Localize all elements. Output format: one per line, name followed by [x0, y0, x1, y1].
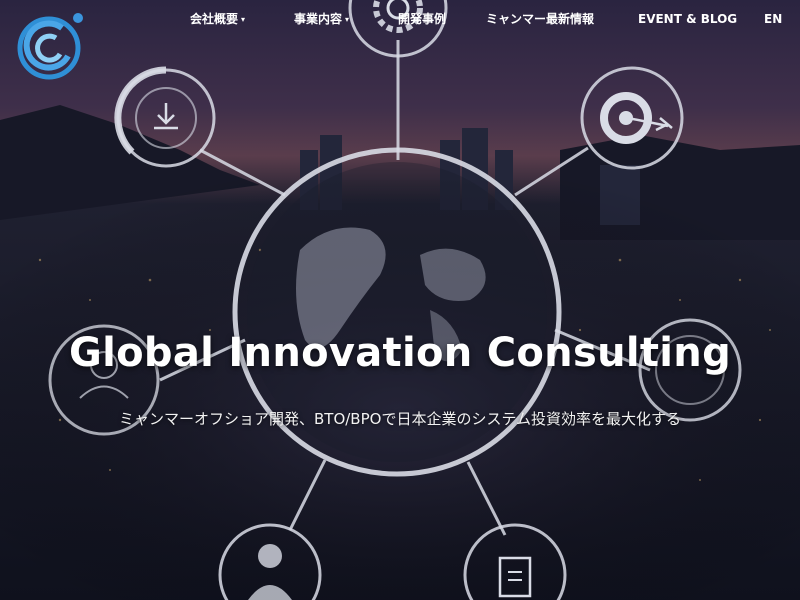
hero-banner: 会社概要 ▾ 事業内容 ▾ 開発事例 ミャンマー最新情報 EVENT & BLOG …: [0, 0, 800, 600]
main-nav: 会社概要 ▾ 事業内容 ▾ 開発事例 ミャンマー最新情報 EVENT & BLOG …: [180, 10, 788, 30]
nav-item-company[interactable]: 会社概要 ▾: [190, 10, 245, 29]
nav-item-business[interactable]: 事業内容 ▾: [294, 10, 349, 29]
hero-headline: Global Innovation Consulting: [68, 330, 732, 376]
logo-icon[interactable]: [16, 8, 86, 80]
nav-item-cases[interactable]: 開発事例: [398, 10, 446, 28]
nav-item-language-en[interactable]: EN: [764, 10, 782, 28]
chevron-down-icon: ▾: [241, 14, 246, 24]
chevron-down-icon: ▾: [345, 14, 350, 24]
nav-item-event-blog[interactable]: EVENT & BLOG: [638, 10, 737, 28]
hero-tagline: ミャンマーオフショア開発、BTO/BPOで日本企業のシステム投資効率を最大化する: [118, 410, 681, 428]
hero-background: [0, 0, 800, 600]
nav-item-myanmar-news[interactable]: ミャンマー最新情報: [486, 10, 594, 28]
